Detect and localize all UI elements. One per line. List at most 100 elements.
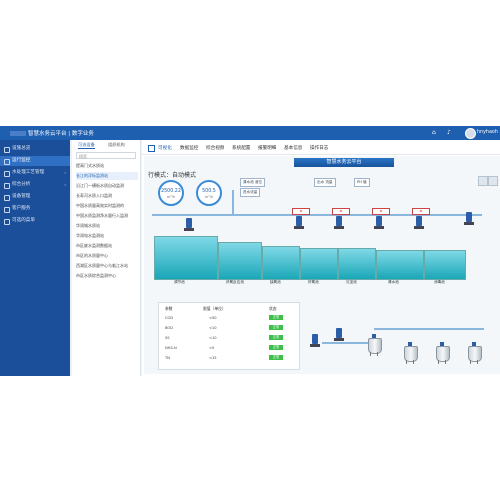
logo: [10, 131, 26, 136]
user-name[interactable]: hnyhaoh: [477, 130, 498, 135]
menu-item-alarm[interactable]: 报警明细: [258, 145, 276, 151]
list-icon: [4, 219, 10, 225]
menu-item-visual[interactable]: 可视化: [158, 145, 172, 151]
status-badge: 正常: [269, 355, 283, 360]
status-badge: 正常: [269, 345, 283, 350]
tank-label: 消毒池: [434, 280, 445, 284]
motor-label: M: [412, 208, 430, 215]
sidebar-item-customers[interactable]: 客户服务: [0, 204, 70, 214]
pump-icon: [334, 328, 344, 342]
tank-label: 清水池: [388, 280, 399, 284]
pump-icon: [464, 212, 474, 226]
pump-icon: [334, 216, 344, 230]
avatar[interactable]: [465, 128, 476, 139]
list-item[interactable]: 长江的浮标监测站: [76, 172, 138, 180]
app-window: 智慧水务云平台 | 数字业务 ⌂ ♪ hnyhaoh 设施总览 运行监控 水处理…: [0, 126, 500, 376]
tag-outflow: 出水 流量: [314, 178, 336, 187]
status-badge: 正常: [269, 335, 283, 340]
pump-icon: [184, 218, 194, 232]
list-item[interactable]: 沿江门一横街水质自动监测: [76, 182, 138, 190]
table-header: 状态: [269, 306, 277, 311]
flow-gauge-2: 500.5 m³/h: [196, 180, 222, 206]
flow-gauge-1: 2500.22 m³/h: [158, 180, 184, 206]
tag-ph: PH 值: [354, 178, 370, 187]
pump-icon: [374, 216, 384, 230]
bell-icon[interactable]: ♪: [447, 129, 451, 136]
chevron-right-icon: ›: [64, 182, 66, 187]
status-badge: 正常: [269, 325, 283, 330]
top-bar: 智慧水务云平台 | 数字业务 ⌂ ♪ hnyhaoh: [0, 126, 500, 140]
sidebar-item-process[interactable]: 水处理工艺管理 ›: [0, 168, 70, 178]
pump-icon: [294, 216, 304, 230]
reactor-icon: [402, 342, 418, 364]
table-cell: TN: [165, 356, 170, 360]
table-cell: BOD: [165, 326, 173, 330]
table-header: 限值（单位）: [203, 306, 226, 311]
motor-label: M: [292, 208, 310, 215]
menu-item-video[interactable]: 综合视频: [206, 145, 224, 151]
menu-item-config[interactable]: 系统配置: [232, 145, 250, 151]
list-item[interactable]: 长寿河水质入口监测: [76, 192, 138, 200]
table-cell: <10: [209, 326, 217, 330]
sidebar-item-monitor[interactable]: 运行监控: [0, 156, 70, 166]
list-item[interactable]: 中国水质量高效实时监测的: [76, 202, 138, 210]
user-icon: [4, 207, 10, 213]
list-item[interactable]: 提高门式水质站: [76, 162, 138, 170]
pump-icon: [414, 216, 424, 230]
home-icon[interactable]: [148, 145, 155, 152]
list-item[interactable]: 市区废水监测数据站: [76, 242, 138, 250]
tab-organization[interactable]: 组织机构: [108, 142, 125, 148]
status-badge: 正常: [269, 315, 283, 320]
table-cell: <10: [209, 336, 217, 340]
tab-devices[interactable]: 可选设备: [78, 142, 95, 149]
table-cell: <15: [209, 356, 217, 360]
list-item[interactable]: 市区的水质量中心: [76, 252, 138, 260]
tank-label: 沉淀池: [346, 280, 357, 284]
table-cell: NH3-N: [165, 346, 177, 350]
reactor-icon: [434, 342, 450, 364]
fullscreen-icon[interactable]: [488, 176, 498, 186]
tank: [424, 250, 466, 280]
motor-label: M: [372, 208, 390, 215]
list-item[interactable]: 中国水质监测净水量行入监测: [76, 212, 138, 220]
search-input[interactable]: 搜索: [76, 152, 136, 159]
list-item[interactable]: 华润电水监测站: [76, 232, 138, 240]
run-mode: 行模式：自动模式: [148, 172, 197, 179]
menu-item-info[interactable]: 基本信息: [284, 145, 302, 151]
sidebar-item-analysis[interactable]: 综合分析 ›: [0, 180, 70, 190]
main-content: 可视化 数据监控 综合视频 系统配置 报警明细 基本信息 操作日志 智慧水务云平…: [142, 140, 500, 376]
process-diagram: 智慧水务云平台 行模式：自动模式 2500.22 m³/h 500.5 m³/h…: [144, 156, 500, 374]
tank-label: 厌氧反应池: [226, 280, 244, 284]
tank: [262, 246, 300, 280]
tag-level: 清水池 液位: [240, 178, 266, 187]
diagram-title: 智慧水务云平台: [294, 158, 394, 167]
sidebar-item-devices[interactable]: 设备管理: [0, 192, 70, 202]
pipe: [374, 328, 484, 330]
reactor-icon: [466, 342, 482, 364]
menu-item-data[interactable]: 数据监控: [180, 145, 198, 151]
tank: [218, 242, 262, 280]
pipe: [322, 342, 372, 344]
gear-icon: [4, 171, 10, 177]
table-cell: <5: [209, 346, 215, 350]
grid-icon: [4, 147, 10, 153]
tank: [300, 248, 338, 280]
tag-inflow: 进水流量: [240, 188, 261, 197]
monitor-icon: [4, 159, 10, 165]
sidebar-item-menu[interactable]: 可选的菜单: [0, 216, 70, 226]
quality-table: 参数 限值（单位） 状态 COD <50 正常 BOD <10 正常 SS <1…: [158, 302, 300, 370]
table-cell: COD: [165, 316, 174, 320]
sidebar-item-overview[interactable]: 设施总览: [0, 144, 70, 154]
top-menu: 可视化 数据监控 综合视频 系统配置 报警明细 基本信息 操作日志: [142, 142, 500, 155]
zoom-in-icon[interactable]: [478, 176, 488, 186]
app-title: 智慧水务云平台 | 数字业务: [10, 129, 94, 137]
table-cell: SS: [165, 336, 170, 340]
list-item[interactable]: 西湖区水质量中心与临江水站: [76, 262, 138, 270]
motor-label: M: [332, 208, 350, 215]
home-icon[interactable]: ⌂: [432, 129, 436, 136]
list-item[interactable]: 华润城水质站: [76, 222, 138, 230]
sidebar: 设施总览 运行监控 水处理工艺管理 › 综合分析 › 设备管理 客户服务 可选的菜单: [0, 140, 70, 376]
menu-item-log[interactable]: 操作日志: [310, 145, 328, 151]
list-item[interactable]: 市区水质综合监测中心: [76, 272, 138, 280]
tank: [376, 250, 424, 280]
